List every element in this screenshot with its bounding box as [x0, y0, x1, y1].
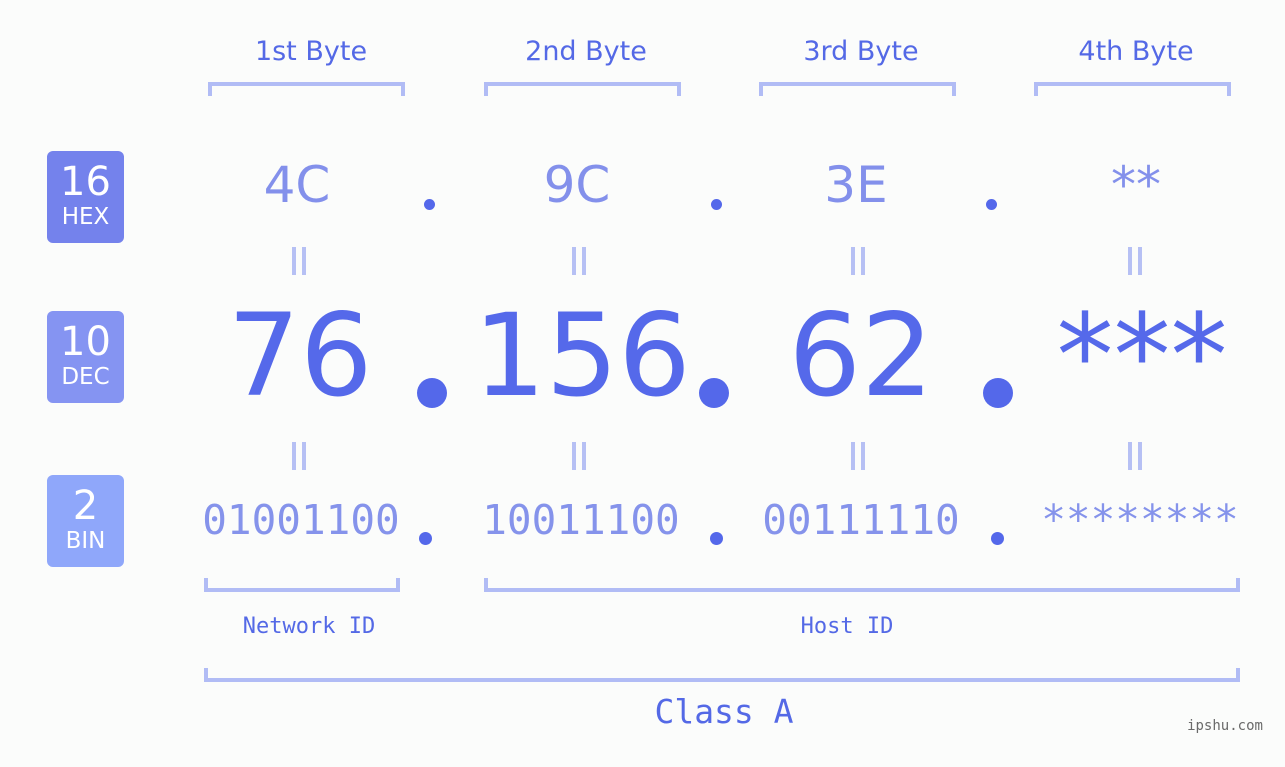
byte-1-bracket	[208, 82, 405, 96]
byte-header-1: 1st Byte	[254, 36, 368, 67]
dec-octet-1: 76	[227, 289, 373, 422]
hex-separator-dot	[711, 199, 722, 210]
dec-octet-4: ***	[1056, 289, 1228, 422]
ip-class-label: Class A	[654, 692, 794, 731]
hex-separator-dot	[986, 199, 997, 210]
equals-icon	[572, 247, 586, 275]
hex-radix: 16	[60, 159, 111, 205]
dec-separator-dot	[983, 378, 1013, 408]
bin-separator-dot	[991, 532, 1004, 545]
bin-radix: 2	[72, 483, 99, 529]
host-id-label: Host ID	[800, 614, 894, 639]
bin-base-badge: 2 BIN	[47, 475, 124, 567]
equals-icon	[1128, 442, 1142, 470]
equals-icon	[292, 442, 306, 470]
hex-label: HEX	[61, 204, 110, 230]
equals-icon	[572, 442, 586, 470]
equals-icon	[292, 247, 306, 275]
hex-separator-dot	[424, 199, 435, 210]
dec-octet-2: 156	[473, 289, 691, 422]
bin-separator-dot	[710, 532, 723, 545]
network-id-label: Network ID	[242, 614, 376, 639]
hex-base-badge: 16 HEX	[47, 151, 124, 243]
dec-octet-3: 62	[788, 289, 934, 422]
dec-separator-dot	[417, 378, 447, 408]
dec-label: DEC	[61, 364, 110, 390]
bin-label: BIN	[65, 528, 106, 554]
byte-header-4: 4th Byte	[1078, 36, 1194, 67]
hex-octet-1: 4C	[263, 156, 331, 214]
hex-octet-2: 9C	[543, 156, 611, 214]
byte-2-bracket	[484, 82, 681, 96]
equals-icon	[851, 442, 865, 470]
class-bracket	[204, 668, 1240, 682]
hex-octet-3: 3E	[824, 156, 888, 214]
bin-octet-4: ********	[1041, 496, 1239, 544]
byte-header-3: 3rd Byte	[803, 36, 919, 67]
equals-icon	[1128, 247, 1142, 275]
hex-octet-4: **	[1111, 156, 1161, 214]
byte-3-bracket	[759, 82, 956, 96]
host-id-bracket	[484, 578, 1240, 592]
byte-header-2: 2nd Byte	[525, 36, 647, 67]
network-id-bracket	[204, 578, 400, 592]
dec-radix: 10	[60, 319, 111, 365]
bin-separator-dot	[419, 532, 432, 545]
bin-octet-2: 10011100	[482, 496, 680, 544]
equals-icon	[851, 247, 865, 275]
bin-octet-1: 01001100	[202, 496, 400, 544]
dec-base-badge: 10 DEC	[47, 311, 124, 403]
bin-octet-3: 00111110	[762, 496, 960, 544]
dec-separator-dot	[699, 378, 729, 408]
watermark: ipshu.com	[1187, 718, 1263, 734]
byte-4-bracket	[1034, 82, 1231, 96]
